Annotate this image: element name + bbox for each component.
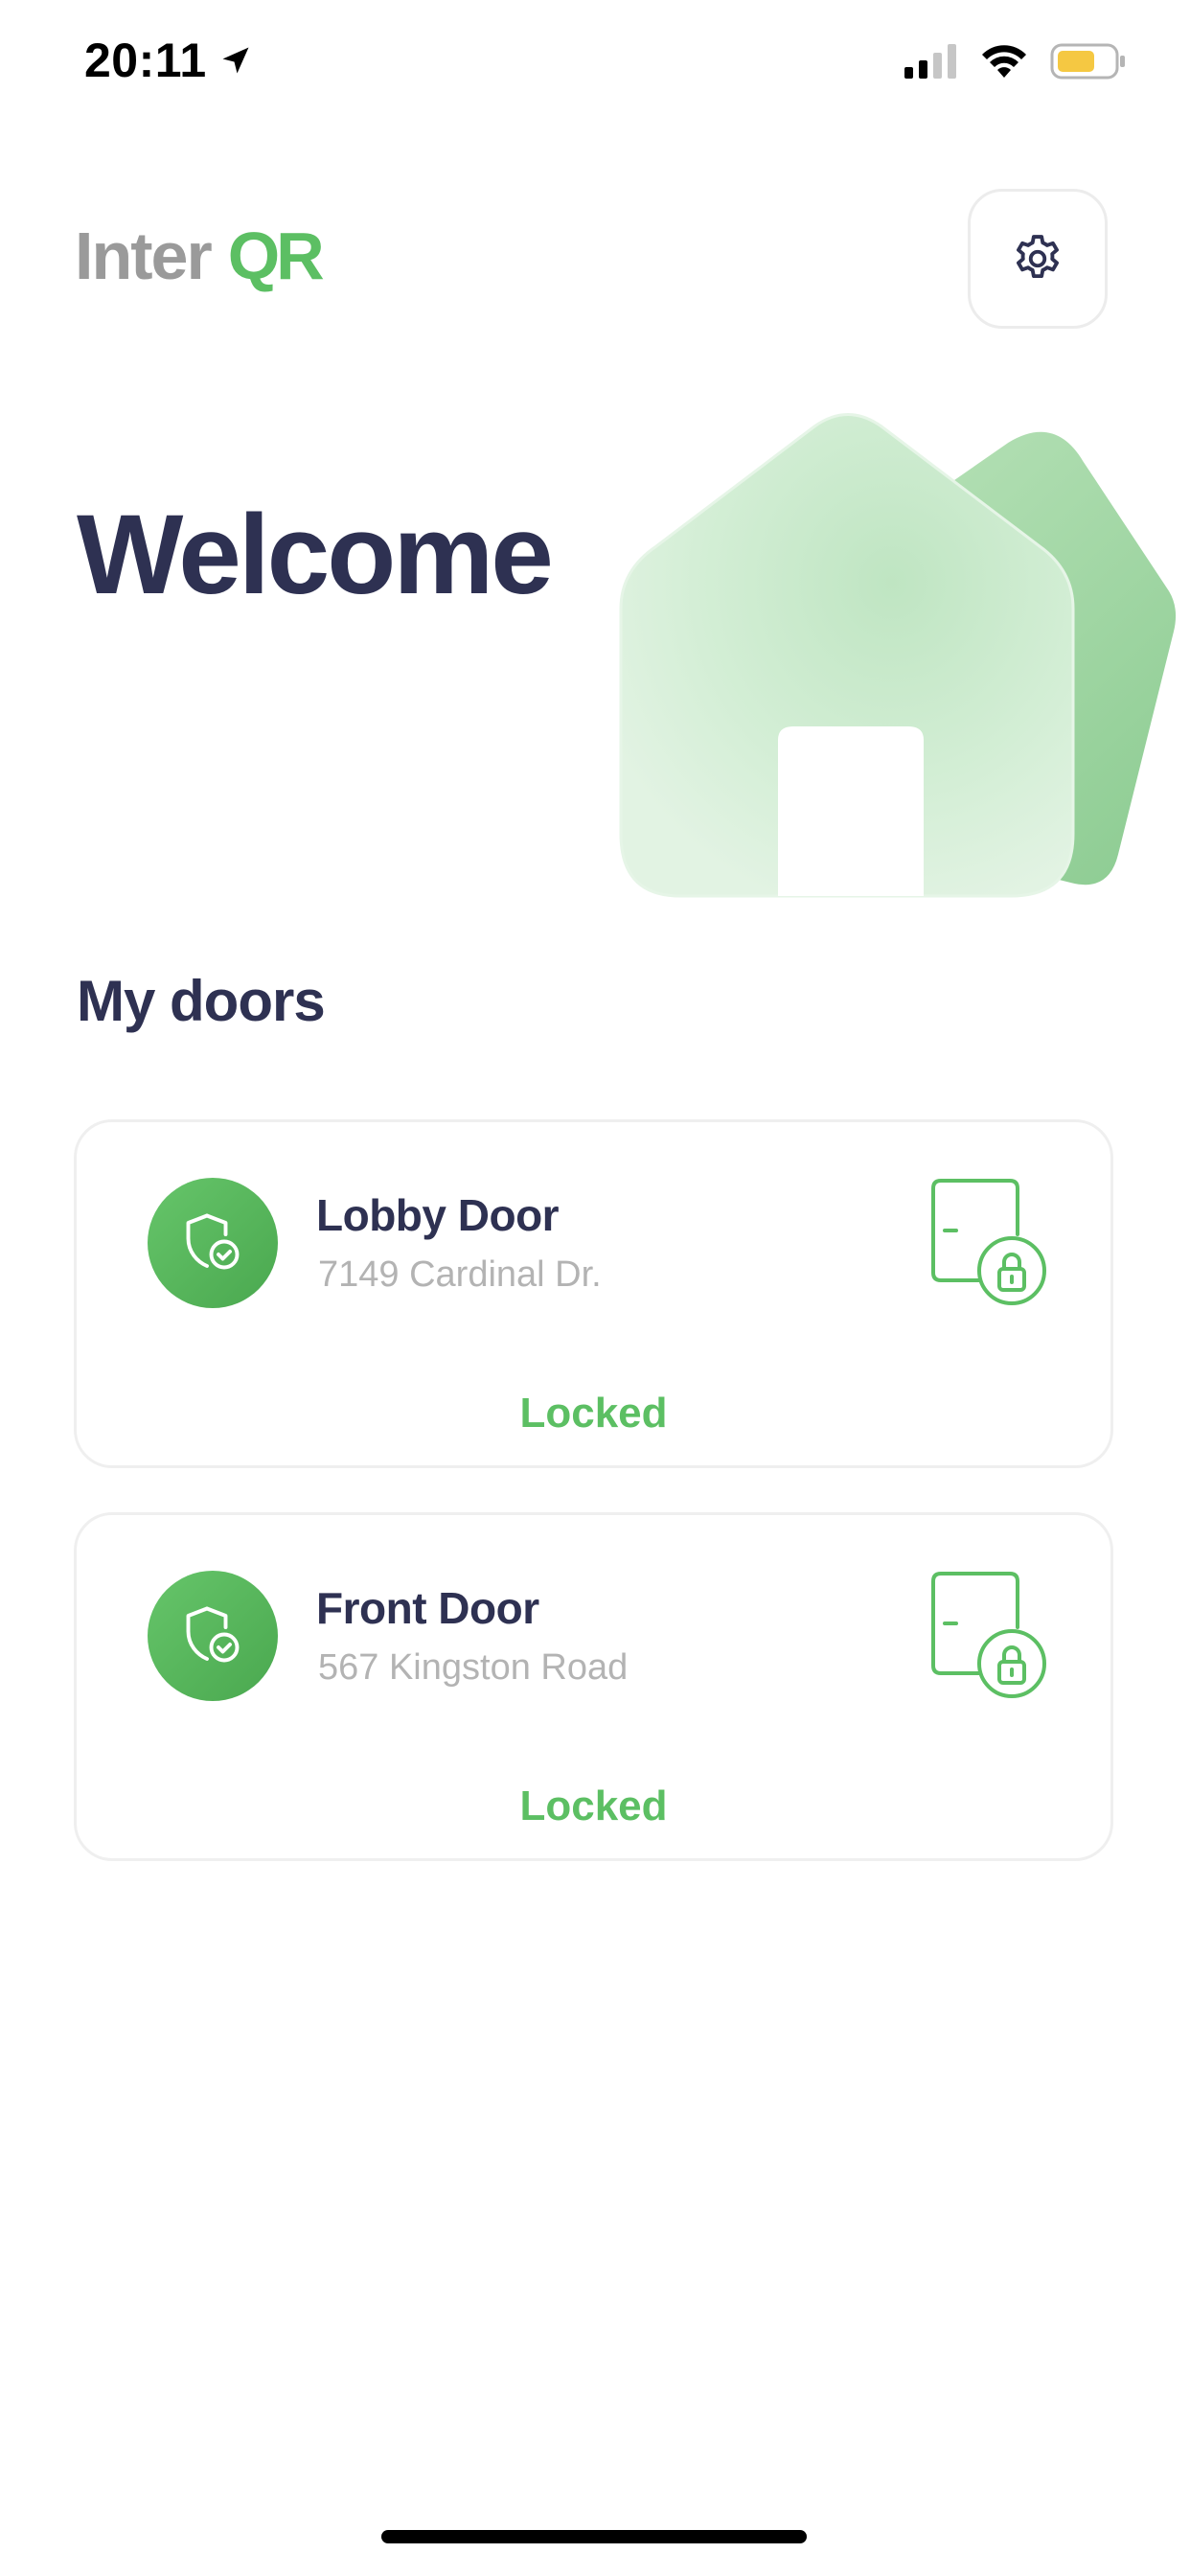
logo-qr: QR: [227, 218, 325, 293]
gear-icon: [1017, 235, 1059, 279]
door-address: 7149 Cardinal Dr.: [318, 1254, 602, 1295]
shield-check-icon: [186, 1606, 240, 1663]
house-illustration: [619, 413, 1177, 898]
cellular-signal-icon: [904, 44, 956, 79]
door-avatar: [148, 1571, 278, 1701]
settings-button[interactable]: [968, 189, 1108, 329]
door-status: Locked: [519, 1390, 668, 1437]
section-title-my-doors: My doors: [77, 969, 326, 1033]
door-locked-icon[interactable]: [927, 1175, 1052, 1309]
door-status: Locked: [519, 1782, 668, 1829]
status-time-text: 20:11: [84, 34, 207, 87]
door-locked-icon[interactable]: [927, 1568, 1052, 1702]
door-address: 567 Kingston Road: [318, 1647, 629, 1688]
door-name: Lobby Door: [316, 1190, 560, 1240]
shield-check-icon: [186, 1213, 240, 1270]
door-card[interactable]: Front Door 567 Kingston Road Locked: [74, 1512, 1113, 1861]
app-logo: Inter QR: [75, 222, 325, 289]
home-indicator[interactable]: [381, 2530, 807, 2543]
battery-icon: [1050, 43, 1125, 80]
status-bar: 20:11: [0, 0, 1190, 126]
status-time: 20:11: [84, 33, 253, 88]
page-title: Welcome: [77, 492, 554, 618]
wifi-icon: [982, 45, 1026, 78]
door-name: Front Door: [316, 1583, 539, 1633]
door-card[interactable]: Lobby Door 7149 Cardinal Dr. Locked: [74, 1119, 1113, 1468]
door-avatar: [148, 1178, 278, 1308]
logo-inter: Inter: [75, 218, 213, 293]
status-icons: [904, 42, 1127, 80]
location-arrow-icon: [222, 47, 249, 74]
